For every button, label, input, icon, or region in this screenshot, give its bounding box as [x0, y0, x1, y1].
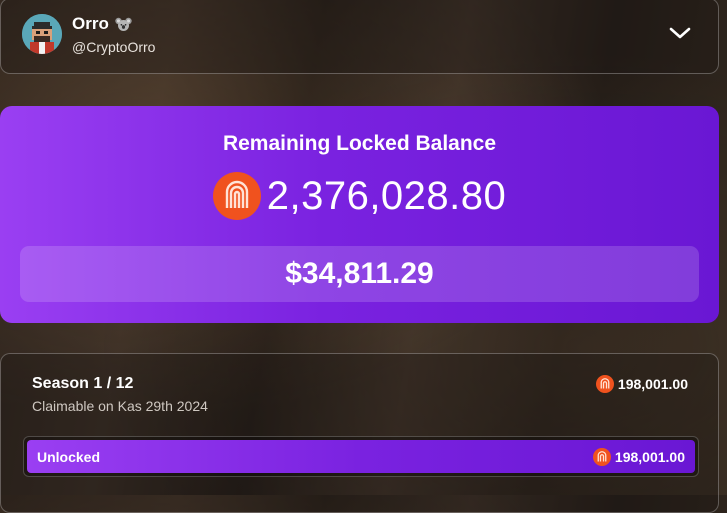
season-amount: 198,001.00	[595, 375, 688, 393]
usd-value: $34,811.29	[285, 257, 434, 290]
profile-card: Orro @CryptoOrro	[0, 0, 719, 74]
token-logo-icon	[595, 375, 614, 393]
locked-token-amount: 2,376,028.80	[266, 173, 507, 218]
unlocked-amount-value: 198,001.00	[614, 448, 685, 465]
season-claim-date: Claimable on Kas 29th 2024	[32, 398, 208, 414]
avatar	[22, 14, 62, 54]
token-logo-icon	[592, 447, 611, 466]
unlock-progress-fill: Unlocked 198,001.00	[27, 440, 695, 473]
usd-value-box: $34,811.29	[20, 246, 699, 302]
token-logo-icon	[212, 172, 261, 220]
profile-handle: @CryptoOrro	[72, 39, 156, 55]
season-card: Season 1 / 12 Claimable on Kas 29th 2024…	[0, 353, 719, 513]
koala-icon	[115, 17, 132, 31]
season-amount-value: 198,001.00	[617, 376, 688, 392]
season-title: Season 1 / 12	[32, 375, 134, 392]
unlock-progress-bar: Unlocked 198,001.00	[23, 436, 699, 477]
profile-name-text: Orro	[72, 14, 109, 33]
profile-name: Orro	[72, 14, 132, 34]
pixel-avatar-icon	[22, 14, 62, 54]
locked-balance-card: Remaining Locked Balance 2,376,028.80 $3…	[0, 106, 719, 323]
balance-title: Remaining Locked Balance	[222, 132, 497, 155]
unlocked-amount: 198,001.00	[592, 447, 685, 466]
balance-row: 2,376,028.80	[0, 172, 719, 220]
unlocked-label: Unlocked	[37, 448, 101, 465]
chevron-down-icon[interactable]	[668, 25, 692, 41]
